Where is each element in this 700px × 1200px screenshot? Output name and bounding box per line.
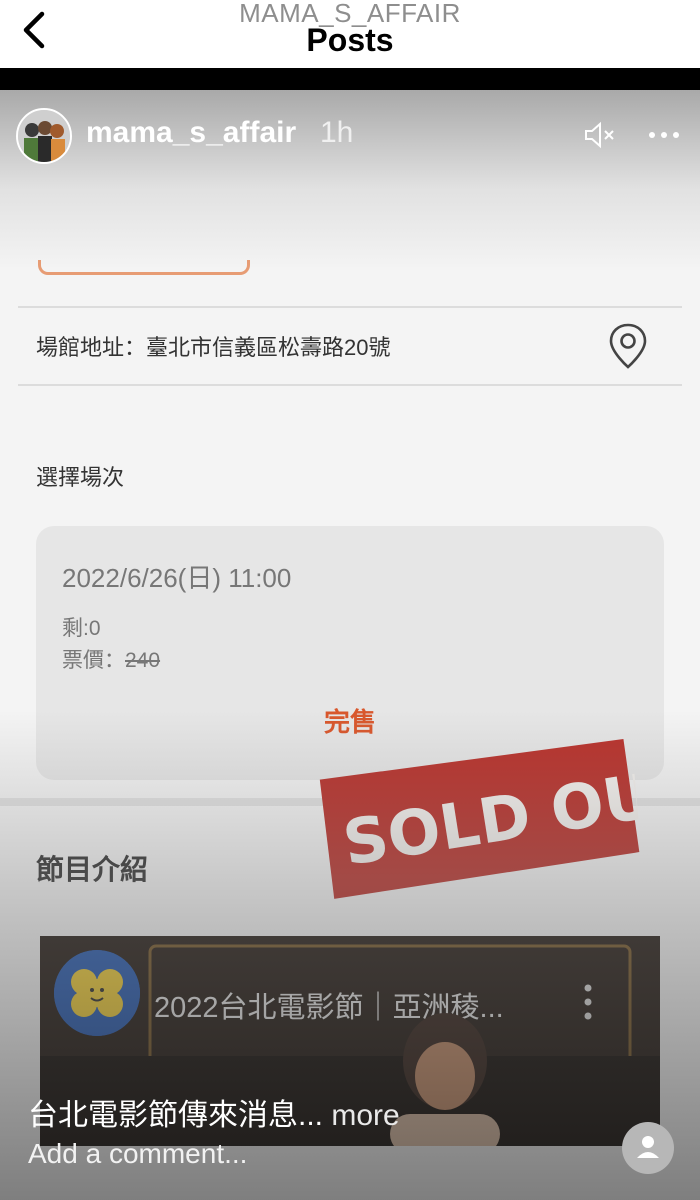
- more-options-icon[interactable]: [646, 120, 682, 150]
- price-label: 票價：: [62, 649, 125, 672]
- program-intro-label: 節目介紹: [36, 854, 149, 885]
- channel-logo: [54, 950, 140, 1036]
- user-tags-button[interactable]: [622, 1122, 674, 1174]
- price-value: 240: [125, 649, 161, 672]
- post-media[interactable]: mama_s_affair 1h 場館地址：臺北市信義區松壽路20號 選擇場次 …: [0, 90, 700, 1200]
- person-icon: [637, 1136, 659, 1158]
- mute-icon[interactable]: [582, 120, 616, 150]
- orange-button-edge: [38, 260, 250, 275]
- comment-input[interactable]: Add a comment...: [28, 1138, 247, 1170]
- session-label: 選擇場次: [36, 465, 125, 490]
- sold-out-stamp: SOLD OUT: [319, 739, 644, 899]
- post-time: 1h: [320, 116, 354, 149]
- post-caption[interactable]: 台北電影節傳來消息... more: [28, 1090, 400, 1134]
- divider: [18, 306, 682, 308]
- page-title: Posts: [306, 22, 394, 58]
- caption-text: 台北電影節傳來消息...: [28, 1099, 324, 1132]
- session-remaining: 剩:0: [62, 617, 101, 640]
- post-username[interactable]: mama_s_affair: [86, 116, 296, 150]
- session-datetime: 2022/6/26(日) 11:00: [62, 563, 292, 593]
- divider: [18, 384, 682, 386]
- app-header: MAMA_S_AFFAIR Posts: [0, 0, 700, 68]
- location-pin-icon: [609, 323, 647, 369]
- venue-address: 場館地址：臺北市信義區松壽路20號: [36, 335, 391, 360]
- avatar[interactable]: [16, 108, 72, 164]
- caption-more-link[interactable]: more: [323, 1099, 399, 1132]
- kebab-icon[interactable]: [578, 982, 598, 1022]
- session-price: 票價：240: [62, 644, 160, 674]
- divider-bar: [0, 68, 700, 90]
- sold-out-status: 完售: [323, 707, 376, 737]
